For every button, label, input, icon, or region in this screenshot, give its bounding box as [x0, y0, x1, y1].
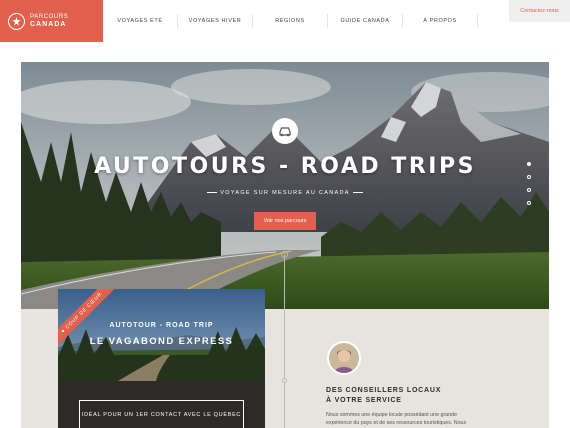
- timeline-line: [284, 254, 285, 428]
- slide-dots: [527, 162, 531, 205]
- slide-dot-1[interactable]: [527, 162, 531, 166]
- slide-dot-3[interactable]: [527, 188, 531, 192]
- hero-banner: AUTOTOURS - ROAD TRIPS VOYAGE SUR MESURE…: [21, 62, 549, 309]
- advisors-text: Nous sommes une équipe locale possédant …: [326, 412, 467, 426]
- nav-item-regions[interactable]: RÉGIONS: [253, 14, 328, 28]
- slide-dot-4[interactable]: [527, 201, 531, 205]
- featured-trip-card[interactable]: ♥ COUP DE CŒUR AUTOTOUR - ROAD TRIP LE V…: [58, 289, 265, 428]
- nav-item-guide-canada[interactable]: GUIDE CANADA: [328, 14, 403, 28]
- hero-background-image: [21, 62, 549, 309]
- hero-subtitle: VOYAGE SUR MESURE AU CANADA: [21, 190, 549, 196]
- slide-dot-2[interactable]: [527, 175, 531, 179]
- contact-button[interactable]: Contactez-nous: [509, 0, 570, 22]
- nav-item-voyages-hiver[interactable]: VOYAGES HIVER: [178, 14, 253, 28]
- advisors-heading-line2: À VOTRE SERVICE: [326, 396, 402, 404]
- car-icon: [272, 118, 298, 144]
- logo-mark-icon: [8, 12, 25, 30]
- advisors-heading-line1: DES CONSEILLERS LOCAUX: [326, 387, 442, 394]
- logo-small-text: PARCOURS: [30, 14, 69, 20]
- logo-big-text: CANADA: [30, 21, 67, 28]
- nav-item-a-propos[interactable]: À PROPOS: [403, 14, 478, 28]
- timeline-dot: [281, 251, 288, 258]
- main-nav: VOYAGES ÉTÉ VOYAGES HIVER RÉGIONS GUIDE …: [103, 0, 478, 42]
- avatar: [327, 341, 361, 375]
- timeline-dot-2: [282, 378, 287, 383]
- advisors-heading: DES CONSEILLERS LOCAUX À VOTRE SERVICE: [326, 386, 441, 405]
- card-title: LE VAGABOND EXPRESS: [89, 336, 234, 347]
- view-routes-button[interactable]: Voir nos parcours: [254, 212, 316, 230]
- card-subtitle: AUTOTOUR - ROAD TRIP: [109, 322, 214, 329]
- nav-item-voyages-ete[interactable]: VOYAGES ÉTÉ: [103, 14, 178, 28]
- card-highlight: IDÉAL POUR UN 1ER CONTACT AVEC LE QUÉBEC: [79, 400, 244, 428]
- hero-title: AUTOTOURS - ROAD TRIPS: [94, 154, 476, 179]
- logo[interactable]: PARCOURS CANADA: [0, 0, 103, 42]
